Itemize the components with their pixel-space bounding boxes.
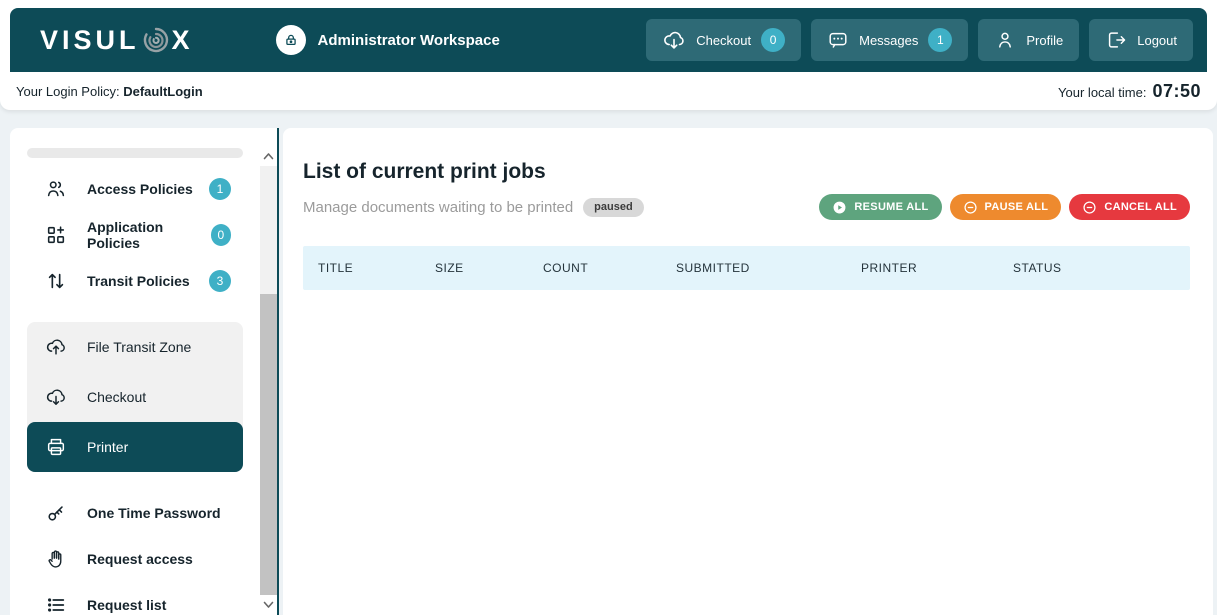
printer-icon [45, 436, 67, 458]
pause-all-label: PAUSE ALL [985, 201, 1049, 213]
sidebar-item-application-policies[interactable]: Application Policies 0 [27, 212, 243, 258]
cancel-all-label: CANCEL ALL [1104, 201, 1177, 213]
workspace-title: Administrator Workspace [318, 32, 500, 49]
profile-button[interactable]: Profile [978, 19, 1079, 61]
cloud-download-icon [662, 28, 686, 52]
key-icon [45, 502, 67, 524]
scrollbar-track[interactable] [260, 166, 277, 595]
messages-button[interactable]: Messages 1 [811, 19, 968, 61]
pause-all-button[interactable]: PAUSE ALL [950, 194, 1062, 220]
checkout-count-badge: 0 [761, 28, 785, 52]
profile-icon [994, 29, 1016, 51]
sidebar-item-label: Access Policies [87, 181, 193, 197]
visulox-logo: VISUL X [40, 25, 194, 56]
workspace-indicator: Administrator Workspace [276, 25, 500, 55]
app-header: VISUL X Administrator Workspace [10, 8, 1207, 72]
status-badge: paused [583, 198, 644, 217]
sidebar-policy-items: Access Policies 1 Application Policies 0 [10, 166, 277, 304]
sidebar-item-access-policies[interactable]: Access Policies 1 [27, 166, 243, 212]
arrows-up-down-icon [45, 270, 67, 292]
messages-icon [827, 29, 849, 51]
column-header-submitted: SUBMITTED [676, 261, 861, 275]
sidebar-item-label: Transit Policies [87, 273, 190, 289]
lock-avatar [276, 25, 306, 55]
sidebar-item-transit-policies[interactable]: Transit Policies 3 [27, 258, 243, 304]
cancel-all-button[interactable]: CANCEL ALL [1069, 194, 1190, 220]
column-header-size: SIZE [435, 261, 543, 275]
column-header-count: COUNT [543, 261, 676, 275]
sidebar-item-file-transit-zone[interactable]: File Transit Zone [27, 322, 243, 372]
resume-all-label: RESUME ALL [854, 201, 928, 213]
local-time-label: Your local time: [1058, 85, 1146, 100]
bulk-actions: RESUME ALL PAUSE ALL CANCEL ALL [819, 194, 1190, 220]
profile-label: Profile [1026, 33, 1063, 48]
sidebar-transfer-group: File Transit Zone Checkout [27, 322, 243, 472]
logout-label: Logout [1137, 33, 1177, 48]
login-policy-label: Your Login Policy: [16, 84, 120, 99]
sidebar: Access Policies 1 Application Policies 0 [10, 128, 279, 615]
scrolled-item-partial [27, 148, 243, 158]
column-header-title: TITLE [318, 261, 435, 275]
print-jobs-table-body [303, 290, 1190, 490]
access-policies-count-badge: 1 [209, 178, 231, 200]
sidebar-item-request-list[interactable]: Request list [27, 582, 243, 615]
messages-count-badge: 1 [928, 28, 952, 52]
application-policies-count-badge: 0 [211, 224, 231, 246]
header-actions: Checkout 0 Messages 1 Profile [646, 19, 1193, 61]
login-policy-value: DefaultLogin [123, 84, 202, 99]
login-policy: Your Login Policy: DefaultLogin [16, 84, 203, 99]
cloud-download-icon [45, 386, 67, 408]
print-jobs-table-header: TITLE SIZE COUNT SUBMITTED PRINTER STATU… [303, 246, 1190, 290]
top-section: VISUL X Administrator Workspace [0, 0, 1217, 110]
policy-bar: Your Login Policy: DefaultLogin Your loc… [2, 72, 1215, 110]
local-time: Your local time: 07:50 [1058, 81, 1201, 102]
logo-text-left: VISUL [40, 25, 140, 56]
local-time-value: 07:50 [1152, 81, 1201, 102]
page-title: List of current print jobs [303, 160, 1190, 184]
sidebar-item-label: Printer [87, 439, 128, 455]
sidebar-item-checkout[interactable]: Checkout [27, 372, 243, 422]
scroll-up-arrow[interactable] [260, 146, 277, 166]
messages-label: Messages [859, 33, 918, 48]
checkout-label: Checkout [696, 33, 751, 48]
hand-icon [45, 548, 67, 570]
cancel-circle-icon [1082, 200, 1097, 215]
content-area: Access Policies 1 Application Policies 0 [0, 128, 1217, 615]
page-subtitle: Manage documents waiting to be printed [303, 199, 573, 216]
sidebar-item-one-time-password[interactable]: One Time Password [27, 490, 243, 536]
sidebar-item-printer[interactable]: Printer [27, 422, 243, 472]
sidebar-item-label: One Time Password [87, 505, 221, 521]
resume-all-button[interactable]: RESUME ALL [819, 194, 941, 220]
column-header-status: STATUS [1013, 261, 1190, 275]
checkout-button[interactable]: Checkout 0 [646, 19, 801, 61]
app-grid-plus-icon [45, 224, 67, 246]
list-icon [45, 594, 67, 615]
lock-icon [284, 33, 298, 47]
sidebar-scrollbar [260, 128, 277, 615]
sidebar-item-request-access[interactable]: Request access [27, 536, 243, 582]
pause-circle-icon [963, 200, 978, 215]
sidebar-item-label: File Transit Zone [87, 339, 191, 355]
cloud-upload-icon [45, 336, 67, 358]
main-panel: List of current print jobs Manage docume… [283, 128, 1213, 615]
play-circle-icon [832, 200, 847, 215]
sidebar-item-label: Request access [87, 551, 193, 567]
scrollbar-thumb[interactable] [260, 294, 277, 595]
scroll-down-arrow[interactable] [260, 595, 277, 615]
transit-policies-count-badge: 3 [209, 270, 231, 292]
sidebar-item-label: Checkout [87, 389, 146, 405]
column-header-printer: PRINTER [861, 261, 1013, 275]
sidebar-bottom-items: One Time Password Request access [10, 490, 277, 615]
people-icon [45, 178, 67, 200]
logo-text-right: X [172, 25, 194, 56]
logout-button[interactable]: Logout [1089, 19, 1193, 61]
sidebar-item-label: Application Policies [87, 219, 211, 251]
logo-swirl-icon [141, 25, 171, 55]
sidebar-item-label: Request list [87, 597, 166, 613]
subtitle-row: Manage documents waiting to be printed p… [303, 194, 1190, 220]
logout-icon [1105, 29, 1127, 51]
